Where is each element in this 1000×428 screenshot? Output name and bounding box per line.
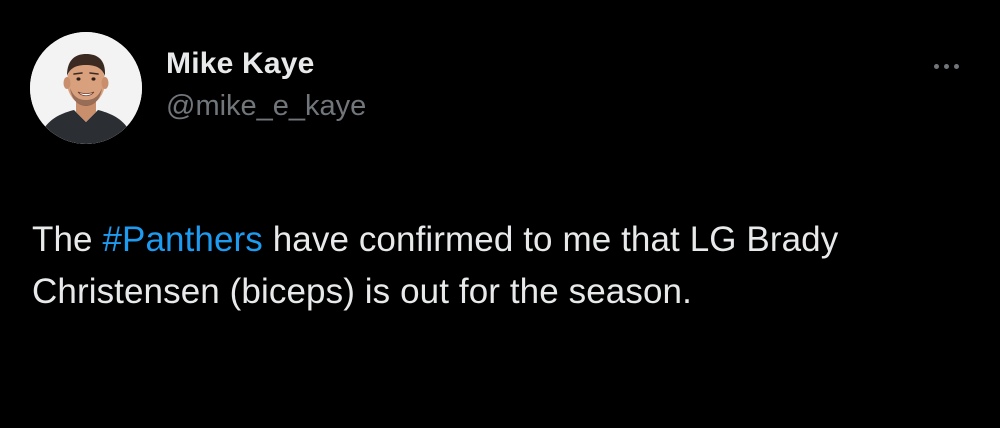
more-options-button[interactable] [926,56,966,76]
more-horizontal-icon [933,63,939,69]
author-avatar[interactable] [30,32,142,144]
more-horizontal-icon [953,63,959,69]
author-handle[interactable]: @mike_e_kaye [166,86,366,126]
tweet-text-before: The [32,220,103,259]
author-display-name[interactable]: Mike Kaye [166,42,366,86]
more-horizontal-icon [943,63,949,69]
avatar-image [30,32,142,144]
tweet-text: The #Panthers have confirmed to me that … [32,214,972,318]
hashtag-link[interactable]: #Panthers [102,220,262,259]
author-info: Mike Kaye @mike_e_kaye [166,42,366,126]
tweet-card: Mike Kaye @mike_e_kaye The #Panthers hav… [0,0,1000,428]
